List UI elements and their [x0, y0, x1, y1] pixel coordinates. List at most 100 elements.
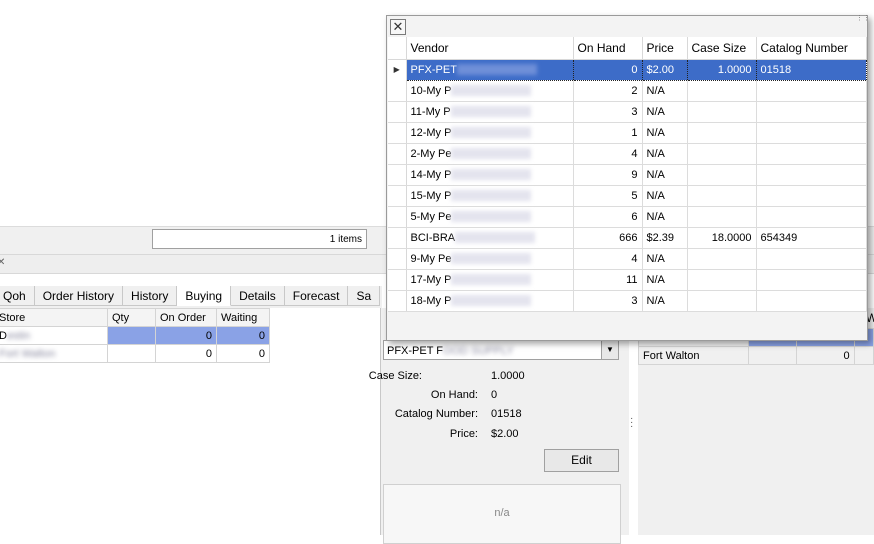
- waiting-cell[interactable]: 0: [216, 326, 270, 345]
- vendor-cell[interactable]: 11-My P: [406, 101, 574, 123]
- price-cell[interactable]: N/A: [642, 80, 688, 102]
- table-row[interactable]: 5-My Pe 6 N/A: [388, 206, 867, 228]
- tab-forecast[interactable]: Forecast: [284, 286, 349, 306]
- case-size-cell[interactable]: [687, 164, 757, 186]
- catalog-number-cell[interactable]: [756, 290, 867, 312]
- table-row[interactable]: BCI-BRA 666 $2.39 18.0000 654349: [388, 227, 867, 249]
- catalog-number-cell[interactable]: [756, 206, 867, 228]
- catalog-number-cell[interactable]: 654349: [756, 227, 867, 249]
- vendor-cell[interactable]: 17-My P: [406, 269, 574, 291]
- table-row[interactable]: 17-My P 11 N/A: [388, 269, 867, 291]
- column-header-catalog-number[interactable]: Catalog Number: [756, 37, 867, 60]
- column-header-vendor[interactable]: Vendor: [406, 37, 574, 60]
- edit-button[interactable]: Edit: [544, 449, 619, 472]
- table-row[interactable]: 9-My Pe 4 N/A: [388, 248, 867, 270]
- table-row[interactable]: 10-My P 2 N/A: [388, 80, 867, 102]
- case-size-cell[interactable]: 1.0000: [686, 58, 757, 81]
- column-header-store[interactable]: Store: [0, 308, 108, 327]
- tab-buying[interactable]: Buying: [177, 286, 232, 306]
- table-row[interactable]: 2-My Pe 4 N/A: [388, 143, 867, 165]
- dropdown-arrow-icon[interactable]: ▼: [601, 341, 618, 359]
- vendor-cell[interactable]: PFX-PET: [405, 58, 574, 81]
- tab-details[interactable]: Details: [231, 286, 285, 306]
- on-order-cell[interactable]: 0: [155, 326, 217, 345]
- vendor-cell[interactable]: 10-My P: [406, 80, 574, 102]
- on-hand-cell[interactable]: 9: [573, 164, 643, 186]
- waiting-cell[interactable]: 0: [216, 344, 270, 363]
- case-size-cell[interactable]: [687, 143, 757, 165]
- on-hand-cell[interactable]: 3: [573, 290, 643, 312]
- qty-cell[interactable]: [107, 326, 156, 345]
- case-size-cell[interactable]: [687, 80, 757, 102]
- catalog-number-cell[interactable]: [756, 122, 867, 144]
- column-header-price[interactable]: Price: [642, 37, 688, 60]
- catalog-number-cell[interactable]: [756, 80, 867, 102]
- close-icon[interactable]: ✕: [390, 19, 406, 35]
- case-size-cell[interactable]: [687, 185, 757, 207]
- case-size-cell[interactable]: [687, 290, 757, 312]
- row-header[interactable]: [388, 290, 407, 312]
- store-cell[interactable]: Destin: [0, 326, 108, 345]
- vendor-cell[interactable]: 14-My P: [406, 164, 574, 186]
- table-row[interactable]: Fort Walton 0: [637, 346, 874, 365]
- row-header[interactable]: [388, 122, 407, 144]
- vendor-cell[interactable]: 2-My Pe: [406, 143, 574, 165]
- price-cell[interactable]: $2.00: [641, 58, 688, 81]
- vendor-cell[interactable]: 12-My P: [406, 122, 574, 144]
- store-cell[interactable]: Fort Walton: [637, 346, 750, 365]
- table-row[interactable]: 15-My P 5 N/A: [388, 185, 867, 207]
- table-row[interactable]: 11-My P 3 N/A: [388, 101, 867, 123]
- table-row[interactable]: ▶ PFX-PET 0 $2.00 1.0000 01518: [388, 58, 867, 81]
- table-row[interactable]: 14-My P 9 N/A: [388, 164, 867, 186]
- row-header[interactable]: [388, 80, 407, 102]
- qty-cell[interactable]: [107, 344, 156, 363]
- table-row[interactable]: 12-My P 1 N/A: [388, 122, 867, 144]
- row-header[interactable]: [388, 185, 407, 207]
- on-hand-cell[interactable]: 5: [573, 185, 643, 207]
- catalog-number-cell[interactable]: [756, 143, 867, 165]
- catalog-number-cell[interactable]: [756, 269, 867, 291]
- price-cell[interactable]: N/A: [642, 206, 688, 228]
- row-header[interactable]: [388, 206, 407, 228]
- case-size-cell[interactable]: [687, 122, 757, 144]
- current-row-arrow-icon[interactable]: ▶: [388, 59, 407, 80]
- case-size-cell[interactable]: [687, 248, 757, 270]
- on-hand-cell[interactable]: 4: [573, 143, 643, 165]
- catalog-number-cell[interactable]: [756, 164, 867, 186]
- column-header-on-order[interactable]: On Order: [155, 308, 217, 327]
- vendor-cell[interactable]: 9-My Pe: [406, 248, 574, 270]
- row-header[interactable]: [388, 227, 407, 249]
- price-cell[interactable]: N/A: [642, 143, 688, 165]
- price-cell[interactable]: N/A: [642, 101, 688, 123]
- price-cell[interactable]: $2.39: [642, 227, 688, 249]
- resize-grip-icon[interactable]: ⋮⋮: [856, 15, 870, 22]
- case-size-cell[interactable]: 18.0000: [687, 227, 757, 249]
- on-order-cell[interactable]: 0: [155, 344, 217, 363]
- case-size-cell[interactable]: [687, 206, 757, 228]
- vendor-cell[interactable]: 18-My P: [406, 290, 574, 312]
- column-header-on-hand[interactable]: On Hand: [573, 37, 643, 60]
- on-hand-cell[interactable]: 3: [573, 101, 643, 123]
- price-cell[interactable]: N/A: [642, 164, 688, 186]
- case-size-cell[interactable]: [687, 269, 757, 291]
- row-header[interactable]: [388, 269, 407, 291]
- case-size-cell[interactable]: [687, 101, 757, 123]
- row-header[interactable]: [388, 101, 407, 123]
- vendor-combobox[interactable]: PFX-PET FOOD SUPPLY ▼: [383, 340, 619, 360]
- vendor-cell[interactable]: BCI-BRA: [406, 227, 574, 249]
- on-hand-cell[interactable]: 0: [572, 58, 643, 81]
- value-cell[interactable]: 0: [795, 346, 855, 365]
- table-row[interactable]: 18-My P 3 N/A: [388, 290, 867, 312]
- value-cell[interactable]: [748, 346, 797, 365]
- price-cell[interactable]: N/A: [642, 290, 688, 312]
- splitter-handle-icon[interactable]: · · ·: [630, 414, 633, 432]
- table-row[interactable]: Fort Walton 0 0: [0, 344, 270, 363]
- tab-order-history[interactable]: Order History: [34, 286, 124, 306]
- vendor-cell[interactable]: 15-My P: [406, 185, 574, 207]
- price-cell[interactable]: N/A: [642, 122, 688, 144]
- catalog-number-cell[interactable]: 01518: [755, 58, 867, 81]
- on-hand-cell[interactable]: 666: [573, 227, 643, 249]
- column-header-waiting[interactable]: Waiting: [216, 308, 270, 327]
- on-hand-cell[interactable]: 2: [573, 80, 643, 102]
- column-header-case-size[interactable]: Case Size: [687, 37, 757, 60]
